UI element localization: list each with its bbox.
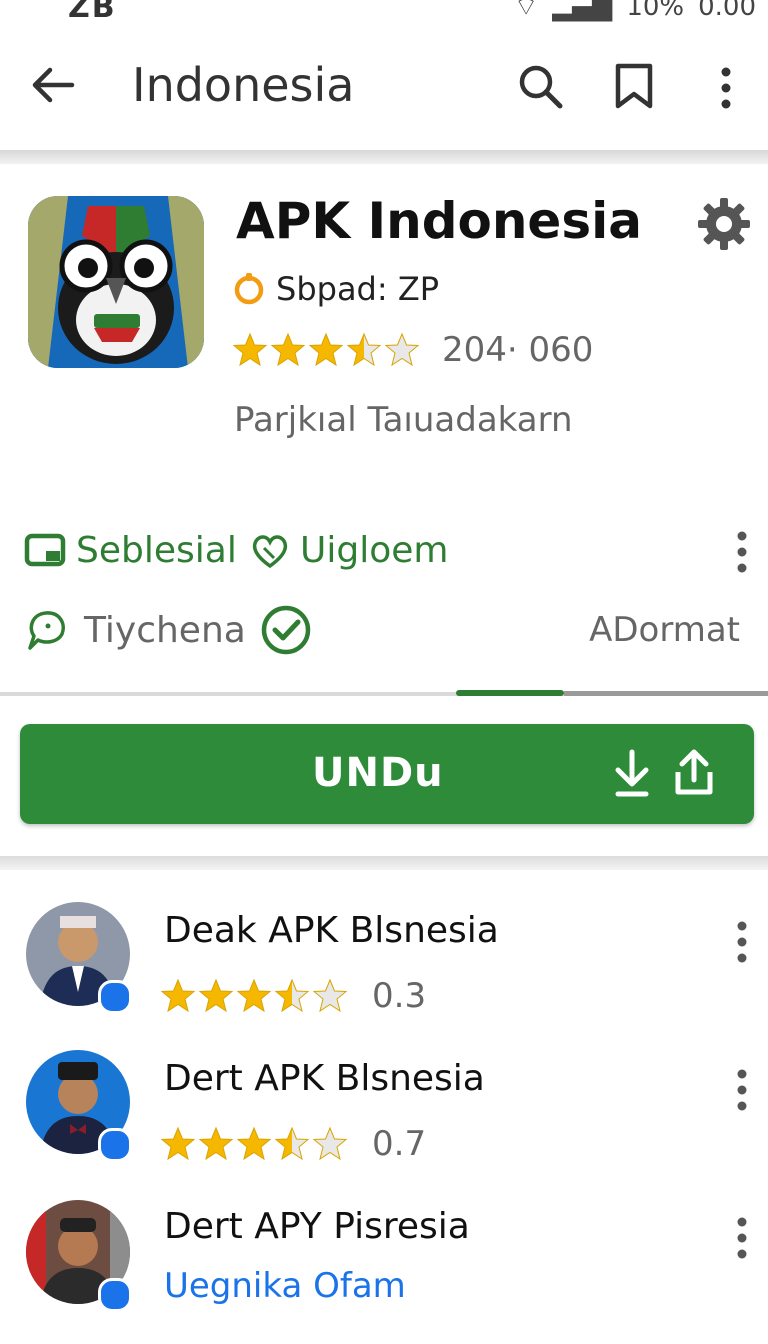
signal-icon: ▂▄▆: [552, 0, 613, 22]
developer-row: Sbpad: ZP: [232, 270, 439, 308]
developer-name: Sbpad: ZP: [276, 270, 440, 308]
star-icon: [308, 332, 344, 367]
app-name: APK Indonesia: [236, 192, 642, 250]
app-rating-row: 204· 060: [232, 330, 593, 370]
rating-stars: [160, 978, 348, 1014]
star-icon: [274, 978, 310, 1013]
list-item-title[interactable]: Dert APY Pisresia: [164, 1206, 470, 1247]
status-bar: ZB ⌔ ▂▄▆ 10% 0.00: [0, 0, 768, 30]
verified-badge-icon: [98, 980, 132, 1014]
list-item-1-avatar-wrap[interactable]: [26, 902, 132, 1014]
list-item-2-avatar-wrap[interactable]: [26, 1050, 132, 1162]
list-item-subtitle[interactable]: Uegnika Ofam: [164, 1266, 406, 1306]
progress-remaining: [564, 691, 768, 696]
more-options-icon[interactable]: [708, 64, 744, 112]
star-icon: [312, 978, 348, 1013]
star-icon: [274, 1126, 310, 1161]
page-title: Indonesia: [132, 58, 355, 112]
check-circle-icon: [260, 604, 312, 656]
card-icon: [24, 533, 66, 569]
star-icon: [160, 1126, 196, 1161]
list-item-score: 0.7: [372, 1124, 427, 1164]
header-divider: [0, 150, 768, 164]
back-arrow-icon[interactable]: [28, 60, 78, 110]
rating-stars: [232, 332, 420, 368]
status-left-text: ZB: [68, 0, 117, 25]
battery-level: 10%: [626, 0, 685, 22]
bookmark-icon[interactable]: [612, 62, 656, 110]
search-icon[interactable]: [516, 62, 564, 110]
star-icon: [236, 978, 272, 1013]
clock: 0.00: [698, 0, 756, 22]
status-right-group: ⌔ ▂▄▆ 10% 0.00: [514, 0, 756, 23]
feature-item-2[interactable]: Uiglοem: [250, 530, 448, 571]
star-icon: [384, 332, 420, 367]
feature-label-2: Uiglοem: [300, 530, 449, 571]
star-icon: [198, 1126, 234, 1161]
app-logo-icon: [28, 196, 204, 368]
list-item-more-icon[interactable]: [724, 1068, 760, 1112]
gear-icon[interactable]: [696, 196, 752, 252]
verified-badge-icon: [98, 1278, 132, 1312]
download-button-label: UNDu: [312, 750, 444, 796]
app-category: Parjkıal Taıuadakarn: [234, 400, 573, 440]
chat-bubble-icon: [24, 608, 70, 652]
list-item-rating: 0.7: [160, 1124, 426, 1164]
ad-label: ADormat: [589, 610, 740, 650]
list-item-title[interactable]: Deak APK Blsnesia: [164, 910, 499, 951]
feature-item-1[interactable]: Seblesial: [24, 530, 237, 571]
star-icon: [270, 332, 306, 367]
list-item-3-avatar-wrap[interactable]: [26, 1200, 132, 1312]
feature-label-3: Tiychena: [84, 609, 246, 651]
star-icon: [236, 1126, 272, 1161]
verified-badge-icon: [98, 1128, 132, 1162]
list-item-title[interactable]: Dert APK Blsnesia: [164, 1058, 485, 1099]
rating-count: 204· 060: [442, 330, 594, 370]
star-icon: [232, 332, 268, 367]
list-item-more-icon[interactable]: [724, 1216, 760, 1260]
star-icon: [346, 332, 382, 367]
section-divider: [0, 856, 768, 870]
star-icon: [198, 978, 234, 1013]
star-icon: [160, 978, 196, 1013]
heart-outline-icon: [250, 532, 290, 570]
developer-badge-icon: [232, 272, 266, 306]
list-item-more-icon[interactable]: [724, 920, 760, 964]
list-item-score: 0.3: [372, 976, 427, 1016]
list-item-rating: 0.3: [160, 976, 426, 1016]
feature-more-icon[interactable]: [724, 530, 760, 574]
wifi-icon: ⌔: [513, 0, 539, 22]
feature-item-3[interactable]: Tiychena: [24, 604, 312, 656]
feature-label-1: Seblesial: [76, 530, 237, 571]
download-arrow-icon[interactable]: [610, 748, 654, 798]
rating-stars: [160, 1126, 348, 1162]
share-icon[interactable]: [672, 748, 716, 798]
star-icon: [312, 1126, 348, 1161]
progress-indicator: [456, 690, 564, 696]
